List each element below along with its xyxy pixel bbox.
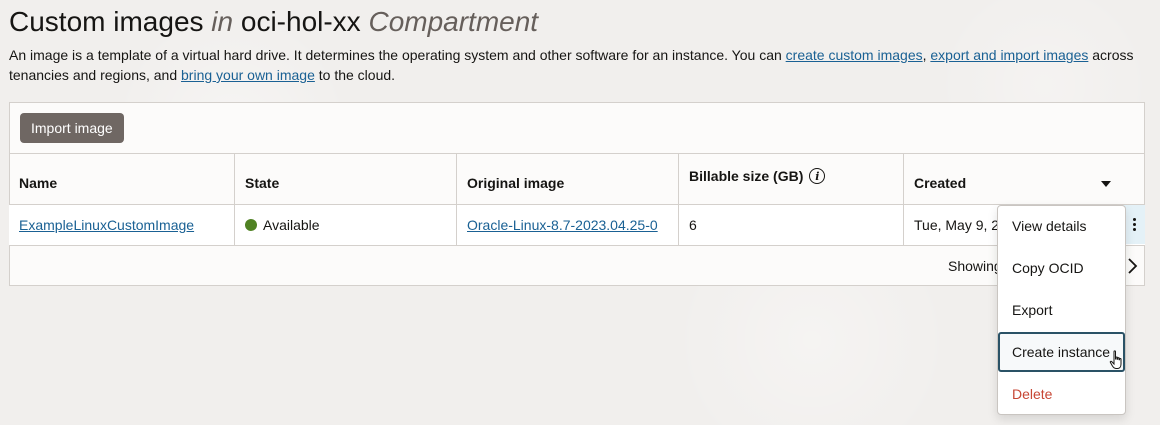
cell-original-image: Oracle-Linux-8.7-2023.04.25-0 bbox=[457, 205, 679, 245]
kebab-dot bbox=[1132, 223, 1136, 226]
column-header-billable-size[interactable]: Billable size (GB) i bbox=[679, 154, 904, 204]
image-name-link[interactable]: ExampleLinuxCustomImage bbox=[19, 217, 194, 233]
menu-item-delete[interactable]: Delete bbox=[998, 374, 1125, 414]
title-main: Custom images bbox=[9, 6, 212, 37]
table-footer: Showing bbox=[9, 246, 1145, 286]
page-description: An image is a template of a virtual hard… bbox=[9, 45, 1151, 85]
menu-item-view-details[interactable]: View details bbox=[998, 206, 1125, 246]
menu-item-create-instance[interactable]: Create instance bbox=[998, 332, 1125, 372]
bring-your-own-image-link[interactable]: bring your own image bbox=[181, 67, 315, 83]
kebab-dot bbox=[1132, 218, 1136, 221]
description-text: An image is a template of a virtual hard… bbox=[9, 47, 786, 63]
column-header-name[interactable]: Name bbox=[9, 154, 235, 204]
description-text: to the cloud. bbox=[314, 67, 396, 83]
custom-images-panel: Import image Name State Original image B… bbox=[9, 102, 1145, 286]
title-compartment-name: oci-hol-xx bbox=[233, 6, 369, 37]
table-header: Name State Original image Billable size … bbox=[9, 154, 1145, 205]
state-label: Available bbox=[263, 217, 320, 233]
cell-name: ExampleLinuxCustomImage bbox=[9, 205, 235, 245]
caret-down-icon[interactable] bbox=[1101, 181, 1111, 187]
row-actions-menu: View details Copy OCID Export Create ins… bbox=[997, 205, 1126, 415]
pagination-showing-text: Showing bbox=[948, 258, 1002, 274]
status-available-icon bbox=[245, 219, 257, 231]
column-header-original-image[interactable]: Original image bbox=[457, 154, 679, 204]
cell-state: Available bbox=[235, 205, 457, 245]
export-import-images-link[interactable]: export and import images bbox=[930, 47, 1088, 63]
cell-billable-size: 6 bbox=[679, 205, 904, 245]
info-icon[interactable]: i bbox=[809, 168, 826, 184]
page-title: Custom images in oci-hol-xx Compartment bbox=[9, 4, 538, 40]
billable-size-label: Billable size (GB) bbox=[689, 168, 804, 184]
import-image-button[interactable]: Import image bbox=[20, 113, 124, 143]
original-image-link[interactable]: Oracle-Linux-8.7-2023.04.25-0 bbox=[467, 217, 658, 233]
menu-item-export[interactable]: Export bbox=[998, 290, 1125, 330]
hand-pointer-icon bbox=[1109, 350, 1122, 369]
custom-images-table: Name State Original image Billable size … bbox=[9, 153, 1145, 286]
title-compartment-word: Compartment bbox=[368, 6, 539, 37]
table-row: ExampleLinuxCustomImage Available Oracle… bbox=[9, 205, 1145, 246]
create-custom-images-link[interactable]: create custom images bbox=[786, 47, 923, 63]
kebab-dot bbox=[1132, 228, 1136, 231]
column-header-state[interactable]: State bbox=[235, 154, 457, 204]
title-in: in bbox=[211, 6, 234, 37]
menu-item-copy-ocid[interactable]: Copy OCID bbox=[998, 248, 1125, 288]
column-header-created[interactable]: Created bbox=[904, 154, 1145, 204]
